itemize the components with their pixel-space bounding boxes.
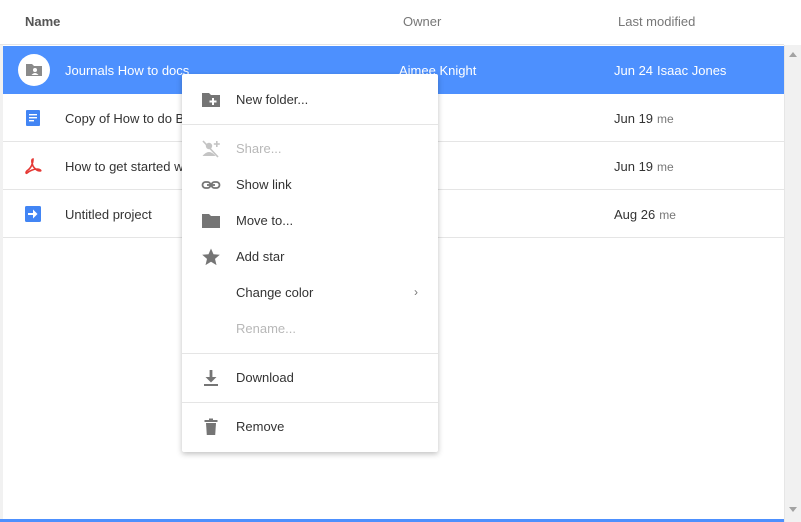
menu-item-label: Add star bbox=[236, 249, 285, 264]
doc-icon bbox=[26, 110, 40, 126]
shared-folder-icon bbox=[26, 64, 42, 76]
file-name: Journals How to docs bbox=[65, 63, 190, 78]
list-header: Name Owner Last modified bbox=[0, 0, 784, 45]
menu-item-remove[interactable]: Remove bbox=[182, 409, 438, 445]
modified-by: me bbox=[657, 160, 674, 174]
drive-file-list: Name Owner Last modified Journals How to… bbox=[0, 0, 801, 522]
menu-item-show-link[interactable]: Show link bbox=[182, 167, 438, 203]
share-person-icon bbox=[202, 140, 220, 158]
menu-item-rename[interactable]: Rename... bbox=[182, 311, 438, 347]
new-folder-icon bbox=[202, 93, 220, 107]
file-name: How to get started w bbox=[65, 159, 184, 174]
menu-item-label: Download bbox=[236, 370, 294, 385]
menu-item-label: Change color bbox=[236, 285, 314, 300]
file-modified: Jun 19 me bbox=[614, 159, 674, 174]
modified-date: Jun 19 bbox=[614, 159, 654, 174]
scroll-down-arrow-icon[interactable] bbox=[789, 507, 797, 512]
script-project-icon bbox=[25, 206, 41, 222]
menu-item-share[interactable]: Share... bbox=[182, 131, 438, 167]
menu-item-label: Remove bbox=[236, 419, 285, 434]
file-modified: Jun 19 me bbox=[614, 111, 674, 126]
scroll-up-arrow-icon[interactable] bbox=[789, 52, 797, 57]
menu-item-label: Rename... bbox=[236, 321, 296, 336]
file-name: Copy of How to do Bl bbox=[65, 111, 188, 126]
trash-icon bbox=[204, 418, 218, 435]
menu-divider bbox=[182, 402, 438, 403]
file-name: Untitled project bbox=[65, 207, 152, 222]
menu-item-download[interactable]: Download bbox=[182, 360, 438, 396]
modified-by: me bbox=[659, 208, 676, 222]
chevron-right-icon: › bbox=[414, 285, 418, 299]
menu-item-change-color[interactable]: Change color › bbox=[182, 275, 438, 311]
menu-item-move-to[interactable]: Move to... bbox=[182, 203, 438, 239]
vertical-scrollbar[interactable] bbox=[784, 45, 801, 522]
pdf-icon bbox=[25, 158, 42, 175]
menu-item-label: New folder... bbox=[236, 92, 309, 107]
file-modified: Jun 24 Isaac Jones bbox=[614, 63, 726, 78]
menu-item-add-star[interactable]: Add star bbox=[182, 239, 438, 275]
modified-date: Jun 24 bbox=[614, 63, 654, 78]
link-icon bbox=[201, 181, 221, 189]
column-header-name[interactable]: Name bbox=[25, 14, 60, 29]
menu-divider bbox=[182, 353, 438, 354]
menu-divider bbox=[182, 124, 438, 125]
folder-icon bbox=[202, 214, 220, 228]
modified-by: Isaac Jones bbox=[657, 63, 727, 78]
menu-item-label: Share... bbox=[236, 141, 282, 156]
file-modified: Aug 26 me bbox=[614, 207, 676, 222]
modified-date: Aug 26 bbox=[614, 207, 656, 222]
menu-item-label: Move to... bbox=[236, 213, 294, 228]
menu-item-new-folder[interactable]: New folder... bbox=[182, 82, 438, 118]
download-icon bbox=[204, 370, 218, 386]
modified-date: Jun 19 bbox=[614, 111, 654, 126]
column-header-last-modified[interactable]: Last modified bbox=[618, 14, 695, 29]
column-header-owner[interactable]: Owner bbox=[403, 14, 441, 29]
menu-item-label: Show link bbox=[236, 177, 292, 192]
context-menu: New folder... Share... Show link Move to… bbox=[182, 74, 438, 452]
star-icon bbox=[202, 248, 220, 266]
modified-by: me bbox=[657, 112, 674, 126]
